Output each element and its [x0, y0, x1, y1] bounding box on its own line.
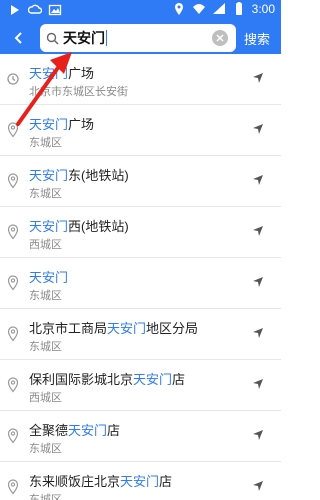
search-query: 天安门 — [63, 30, 105, 46]
result-address: 东城区 — [29, 290, 62, 302]
location-icon — [174, 3, 183, 15]
pin-icon — [7, 377, 19, 393]
back-button[interactable] — [6, 25, 32, 51]
result-title: 北京市工商局天安门地区分局 — [29, 321, 199, 336]
image-icon — [48, 4, 62, 16]
list-item[interactable]: 天安门广场 北京市东城区长安街 — [0, 54, 281, 105]
navigate-arrow-icon[interactable] — [251, 71, 265, 85]
result-title: 天安门广场 — [29, 117, 95, 132]
clock-time: 3:00 — [251, 2, 275, 16]
search-button[interactable]: 搜索 — [244, 29, 270, 48]
list-item[interactable]: 天安门东(地铁站) 东城区 — [0, 156, 281, 207]
pin-icon — [7, 173, 19, 189]
search-icon — [46, 32, 59, 44]
list-item[interactable]: 东来顺饭庄北京天安门店 东城区 — [0, 462, 281, 500]
navigate-arrow-icon[interactable] — [251, 275, 265, 289]
result-address: 东城区 — [29, 137, 62, 149]
close-icon — [216, 34, 224, 42]
clock-icon — [7, 73, 19, 85]
pin-icon — [7, 122, 19, 138]
result-title: 天安门西(地铁站) — [29, 219, 129, 234]
navigate-arrow-icon[interactable] — [251, 479, 265, 493]
results-list: 天安门广场 北京市东城区长安街 天安门广场 东城区 天安门东(地铁站) 东城区 … — [0, 54, 281, 500]
result-title: 天安门东(地铁站) — [29, 168, 129, 183]
result-address: 东城区 — [29, 341, 62, 353]
navigate-arrow-icon[interactable] — [251, 428, 265, 442]
search-toolbar: 天安门 搜索 — [0, 21, 281, 54]
status-bar: 3:00 — [0, 0, 281, 21]
list-item[interactable]: 全聚德天安门店 东城区 — [0, 411, 281, 462]
list-item[interactable]: 保利国际影城北京天安门店 西城区 — [0, 360, 281, 411]
result-address: 西城区 — [29, 239, 62, 251]
list-item[interactable]: 天安门 东城区 — [0, 258, 281, 309]
cloud-icon — [28, 4, 42, 14]
result-title: 天安门广场 — [29, 66, 95, 81]
result-address: 西城区 — [29, 392, 62, 404]
result-title: 天安门 — [29, 270, 69, 285]
list-item[interactable]: 天安门西(地铁站) 西城区 — [0, 207, 281, 258]
result-address: 北京市东城区长安街 — [29, 86, 128, 98]
result-title: 东来顺饭庄北京天安门店 — [29, 474, 173, 489]
list-item[interactable]: 天安门广场 东城区 — [0, 105, 281, 156]
list-item[interactable]: 北京市工商局天安门地区分局 东城区 — [0, 309, 281, 360]
text-caret — [106, 30, 107, 46]
pin-icon — [7, 224, 19, 240]
battery-icon — [235, 2, 242, 15]
pin-icon — [7, 326, 19, 342]
result-address: 东城区 — [29, 494, 62, 500]
signal-icon — [212, 3, 225, 14]
result-title: 保利国际影城北京天安门店 — [29, 372, 186, 387]
clear-button[interactable] — [212, 30, 228, 46]
navigate-arrow-icon[interactable] — [251, 377, 265, 391]
back-arrow-icon — [14, 32, 22, 44]
pin-icon — [7, 428, 19, 444]
navigate-arrow-icon[interactable] — [251, 122, 265, 136]
wifi-icon — [192, 4, 205, 14]
result-title: 全聚德天安门店 — [29, 423, 121, 438]
pin-icon — [7, 479, 19, 495]
navigate-arrow-icon[interactable] — [251, 326, 265, 340]
app-icon-1 — [11, 5, 19, 15]
pin-icon — [7, 275, 19, 291]
navigate-arrow-icon[interactable] — [251, 224, 265, 238]
result-address: 东城区 — [29, 188, 62, 200]
navigate-arrow-icon[interactable] — [251, 173, 265, 187]
search-input[interactable]: 天安门 — [40, 24, 236, 52]
result-address: 东城区 — [29, 443, 62, 455]
